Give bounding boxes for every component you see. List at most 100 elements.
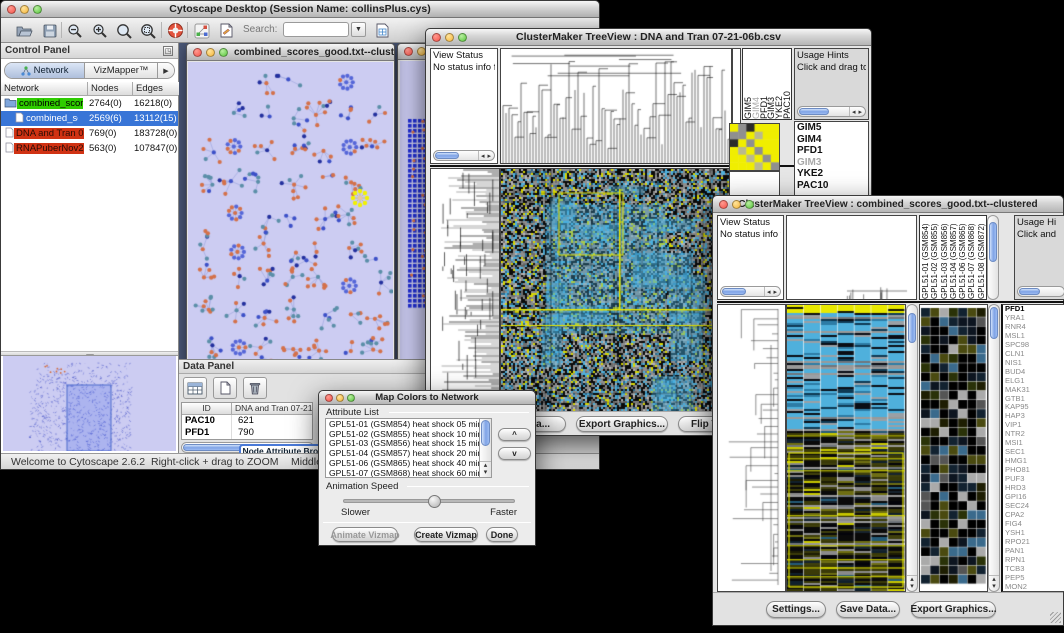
arrow-left-icon[interactable]: ◂ <box>767 288 771 296</box>
tv1-column-dendrogram-canvas[interactable] <box>501 49 731 163</box>
move-down-button[interactable]: v <box>498 447 531 460</box>
gene-label[interactable]: YKE2 <box>795 168 868 180</box>
gene-label[interactable]: GIM3 <box>795 157 868 169</box>
tv2-titlebar[interactable]: ClusterMaker TreeView : combined_scores_… <box>713 196 1063 213</box>
column-label[interactable]: GPL51-03 (GSM856) <box>940 216 949 299</box>
usage-hints-hscrollbar[interactable] <box>1017 286 1064 297</box>
column-label[interactable]: GPL51-08 (GSM872) <box>977 216 986 299</box>
settings-button[interactable]: Settings... <box>766 601 826 618</box>
column-label[interactable]: GIM4 <box>752 49 760 119</box>
tv2-heatmap-canvas[interactable] <box>787 305 905 591</box>
scrollbar-thumb[interactable] <box>722 288 746 295</box>
column-label[interactable]: PAC10 <box>783 49 791 119</box>
tab-more-button[interactable]: ▶ <box>158 63 174 78</box>
column-header-network[interactable]: Network <box>1 82 88 95</box>
scrollbar-thumb[interactable] <box>989 222 997 262</box>
gene-label[interactable]: MON2 <box>1003 583 1064 592</box>
gene-label[interactable]: GIM5 <box>795 122 868 134</box>
zoom-button[interactable] <box>33 5 42 14</box>
tv2-row-dendrogram-canvas[interactable] <box>718 305 785 591</box>
column-header-id[interactable]: ID <box>182 403 232 414</box>
create-attribute-button[interactable] <box>213 377 237 399</box>
export-graphics-button[interactable]: Export Graphics... <box>576 416 668 432</box>
zoom-fit-button[interactable] <box>113 21 135 40</box>
export-graphics-button[interactable]: Export Graphics... <box>911 601 996 618</box>
main-titlebar[interactable]: Cytoscape Desktop (Session Name: collins… <box>1 1 599 18</box>
gene-label[interactable]: PFD1 <box>795 145 868 157</box>
move-up-button[interactable]: ^ <box>498 428 531 441</box>
zoom-button[interactable] <box>347 394 355 402</box>
attribute-item[interactable]: GPL51-07 (GSM868) heat shock 60 min <box>326 469 478 478</box>
column-header-attribute[interactable]: DNA and Tran 07-21-06 <box>232 403 312 414</box>
create-vizmap-button[interactable]: Create Vizmap <box>414 527 478 542</box>
search-input[interactable] <box>283 22 349 37</box>
done-button[interactable]: Done <box>486 527 518 542</box>
scrollbar-thumb[interactable] <box>481 420 490 446</box>
minimize-button[interactable] <box>206 48 215 57</box>
tv1-heatmap-canvas[interactable] <box>501 169 731 412</box>
column-label[interactable]: GPL51-06 (GSM865) <box>958 216 967 299</box>
gene-label[interactable]: PAC10 <box>795 180 868 192</box>
arrow-left-icon[interactable]: ◂ <box>481 152 485 160</box>
close-button[interactable] <box>193 48 202 57</box>
tv2-heatmap-vscrollbar[interactable]: ▴▾ <box>906 304 918 592</box>
open-session-button[interactable] <box>13 21 35 40</box>
scrollbar-thumb[interactable] <box>799 108 829 115</box>
overview-thumbnail-canvas[interactable] <box>5 357 175 451</box>
column-label[interactable]: GPL51-04 (GSM857) <box>949 216 958 299</box>
scrollbar-arrows[interactable]: ◂▸ <box>849 107 864 116</box>
resize-grip[interactable] <box>1050 612 1061 623</box>
animation-speed-slider[interactable] <box>343 499 515 503</box>
arrow-right-icon[interactable]: ▸ <box>858 108 862 116</box>
scrollbar-thumb[interactable] <box>908 313 916 343</box>
select-attributes-button[interactable] <box>183 377 207 399</box>
column-header-nodes[interactable]: Nodes <box>88 82 133 95</box>
zoom-in-button[interactable] <box>89 21 111 40</box>
scrollbar-arrows[interactable]: ▴▾ <box>480 461 491 476</box>
listbox-vscrollbar[interactable]: ▴▾ <box>479 419 491 477</box>
tv2-zoom-vscrollbar[interactable]: ▴▾ <box>988 304 1000 592</box>
tv2-zoom-heatmap-canvas[interactable] <box>920 305 987 591</box>
tv2-column-dendrogram-canvas[interactable] <box>787 216 916 299</box>
delete-attribute-button[interactable] <box>243 377 267 399</box>
arrow-right-icon[interactable]: ▸ <box>487 152 491 160</box>
view-status-hscrollbar[interactable]: ◂▸ <box>720 286 781 297</box>
column-label[interactable]: GPL51-01 (GSM854) <box>921 216 930 299</box>
table-row[interactable]: PAC10 621 <box>182 415 312 427</box>
view-status-hscrollbar[interactable]: ◂▸ <box>433 150 495 161</box>
arrow-left-icon[interactable]: ◂ <box>852 108 856 116</box>
scrollbar-arrows[interactable]: ▴▾ <box>907 575 917 590</box>
network-row-dna[interactable]: DNA and Tran 07 769(0) 183728(0) <box>1 126 178 141</box>
save-session-button[interactable] <box>39 21 61 40</box>
close-button[interactable] <box>719 200 728 209</box>
column-header-edges[interactable]: Edges <box>133 82 179 95</box>
minimize-button[interactable] <box>336 394 344 402</box>
gene-label[interactable]: GIM4 <box>795 134 868 146</box>
import-table-icon[interactable] <box>371 21 393 40</box>
tv2-labels-vscrollbar[interactable] <box>987 215 999 300</box>
close-button[interactable] <box>404 47 413 56</box>
zoom-selected-button[interactable] <box>137 21 159 40</box>
save-data-button[interactable]: Save Data... <box>836 601 900 618</box>
minimize-button[interactable] <box>20 5 29 14</box>
animate-vizmap-button[interactable]: Animate Vizmap <box>332 527 398 542</box>
search-dropdown-button[interactable]: ▼ <box>351 22 366 37</box>
network1-canvas[interactable] <box>188 62 393 359</box>
usage-hints-hscrollbar[interactable]: ◂▸ <box>797 106 866 117</box>
column-label[interactable]: GPL51-07 (GSM868) <box>967 216 976 299</box>
close-button[interactable] <box>325 394 333 402</box>
tv1-row-dendrogram-canvas[interactable] <box>431 169 499 412</box>
scrollbar-thumb[interactable] <box>435 152 459 159</box>
scrollbar-arrows[interactable]: ◂▸ <box>764 287 779 296</box>
close-button[interactable] <box>7 5 16 14</box>
scrollbar-arrows[interactable]: ▴▾ <box>989 575 999 590</box>
float-panel-icon[interactable]: ◳ <box>163 46 173 56</box>
arrow-right-icon[interactable]: ▸ <box>773 288 777 296</box>
tv1-titlebar[interactable]: ClusterMaker TreeView : DNA and Tran 07-… <box>426 29 871 46</box>
scrollbar-thumb[interactable] <box>990 307 998 339</box>
table-row[interactable]: PFD1 790 <box>182 427 312 439</box>
scrollbar-thumb[interactable] <box>1019 288 1040 295</box>
help-icon[interactable] <box>164 21 186 40</box>
column-label[interactable]: GIM5 <box>744 49 752 119</box>
column-label[interactable]: GPL51-02 (GSM855) <box>930 216 939 299</box>
